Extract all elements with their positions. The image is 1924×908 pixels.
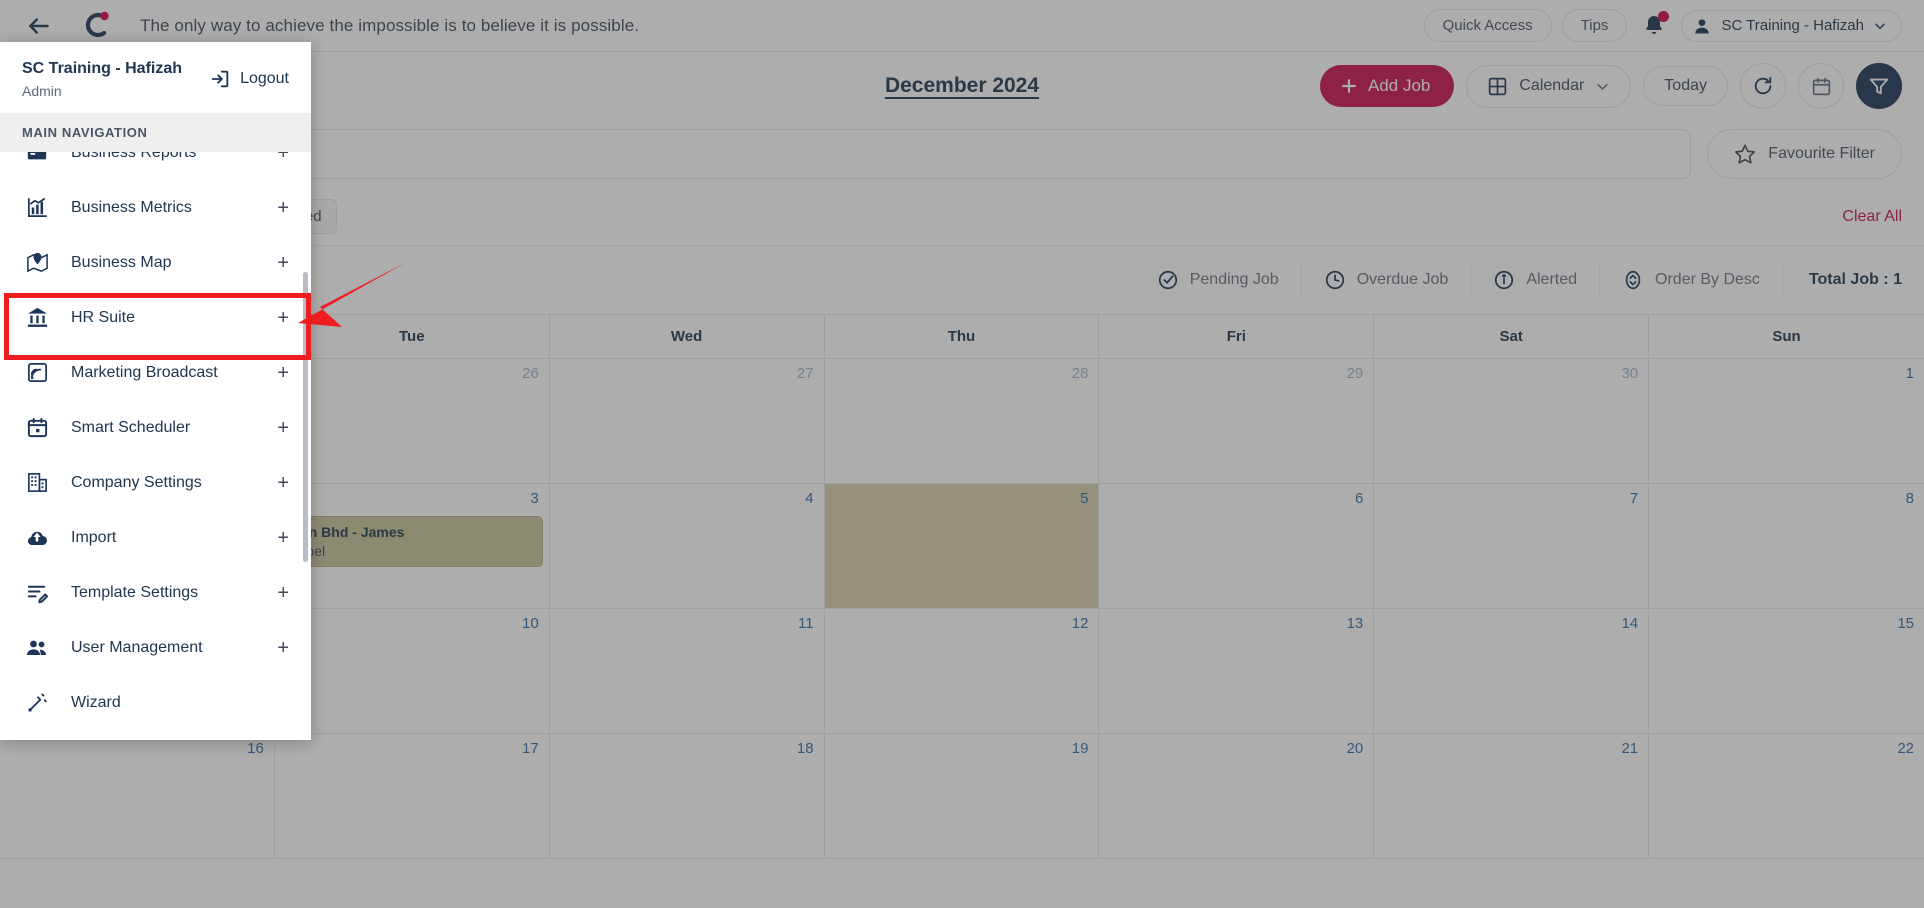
sidebar-item-user-management[interactable]: User Management + (0, 620, 311, 675)
report-icon (22, 152, 52, 164)
sidebar-item-smart-scheduler[interactable]: Smart Scheduler + (0, 400, 311, 455)
nav-list: Business Reports + Business Metrics + Bu… (0, 152, 311, 740)
expand-plus-icon[interactable]: + (277, 473, 289, 493)
sidebar-item-marketing-broadcast[interactable]: Marketing Broadcast + (0, 345, 311, 400)
drawer-account-role: Admin (22, 83, 62, 99)
sidebar-item-label: Business Reports (71, 152, 197, 161)
broadcast-icon (22, 361, 52, 384)
navigation-drawer: SC Training - Hafizah Admin Logout MAIN … (0, 42, 311, 740)
bank-icon (22, 306, 52, 329)
sidebar-item-template-settings[interactable]: Template Settings + (0, 565, 311, 620)
sidebar-item-wizard[interactable]: Wizard (0, 675, 311, 730)
sidebar-item-label: Business Metrics (71, 198, 192, 216)
chart-icon (22, 196, 52, 219)
sidebar-item-label: HR Suite (71, 308, 136, 326)
calendar-small-icon (22, 416, 52, 439)
sidebar-item-label: Company Settings (71, 473, 202, 491)
expand-plus-icon[interactable]: + (277, 363, 289, 383)
expand-plus-icon[interactable]: + (277, 638, 289, 658)
sidebar-item-company-settings[interactable]: Company Settings + (0, 455, 311, 510)
sidebar-item-import[interactable]: Import + (0, 510, 311, 565)
cloud-upload-icon (22, 526, 52, 550)
logout-label: Logout (240, 70, 289, 87)
nav-section-title: MAIN NAVIGATION (0, 113, 311, 152)
expand-plus-icon[interactable]: + (277, 308, 289, 328)
drawer-account-name: SC Training - Hafizah (22, 60, 183, 77)
drawer-scrollbar[interactable] (303, 272, 308, 562)
sidebar-item-business-reports[interactable]: Business Reports + (0, 152, 311, 180)
sidebar-item-label: Import (71, 528, 117, 546)
expand-plus-icon[interactable]: + (277, 152, 289, 163)
magic-wand-icon (22, 691, 52, 714)
expand-plus-icon[interactable]: + (277, 583, 289, 603)
sidebar-item-business-metrics[interactable]: Business Metrics + (0, 180, 311, 235)
expand-plus-icon[interactable]: + (277, 528, 289, 548)
sidebar-item-label: Smart Scheduler (71, 418, 191, 436)
users-icon (22, 636, 52, 660)
logout-icon (211, 70, 229, 88)
sidebar-item-label: User Management (71, 638, 203, 656)
sidebar-item-label: Template Settings (71, 583, 199, 601)
expand-plus-icon[interactable]: + (277, 418, 289, 438)
screen-root: The only way to achieve the impossible i… (0, 0, 1924, 908)
expand-plus-icon[interactable]: + (277, 253, 289, 273)
map-pin-icon (22, 251, 52, 274)
sidebar-item-label: Wizard (71, 693, 121, 711)
drawer-account-header: SC Training - Hafizah Admin Logout (0, 42, 311, 113)
sidebar-item-label: Marketing Broadcast (71, 363, 218, 381)
template-edit-icon (22, 581, 52, 604)
sidebar-item-hr-suite[interactable]: HR Suite + (0, 290, 311, 345)
sidebar-item-business-map[interactable]: Business Map + (0, 235, 311, 290)
expand-plus-icon[interactable]: + (277, 198, 289, 218)
building-icon (22, 471, 52, 494)
sidebar-item-label: Business Map (71, 253, 172, 271)
logout-button[interactable]: Logout (209, 60, 289, 90)
